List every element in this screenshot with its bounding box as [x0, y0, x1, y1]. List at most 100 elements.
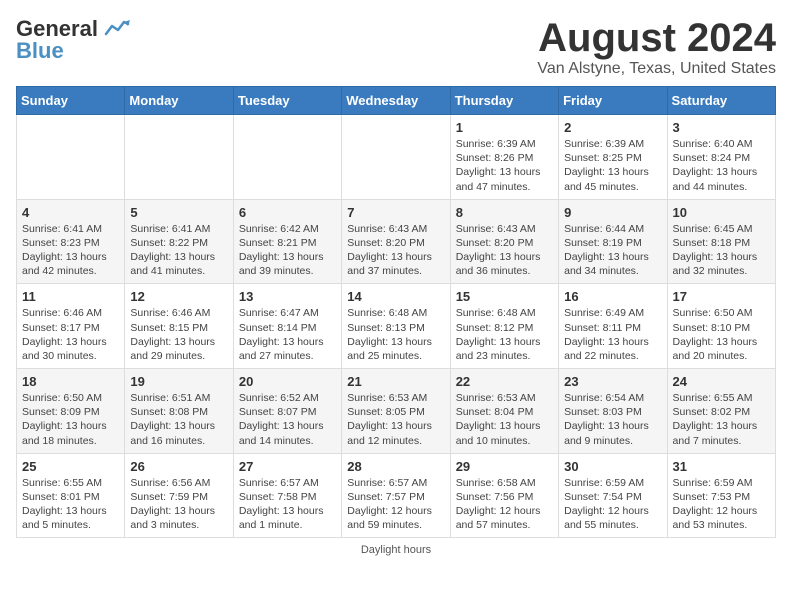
day-detail: Sunrise: 6:50 AM Sunset: 8:09 PM Dayligh… [22, 391, 119, 448]
day-number: 17 [673, 289, 770, 304]
calendar-cell-3-4: 14Sunrise: 6:48 AM Sunset: 8:13 PM Dayli… [342, 284, 450, 369]
weekday-header-saturday: Saturday [667, 87, 775, 115]
day-detail: Sunrise: 6:41 AM Sunset: 8:23 PM Dayligh… [22, 222, 119, 279]
calendar-cell-1-5: 1 Sunrise: 6:39 AM Sunset: 8:26 PM Daylig… [450, 115, 558, 200]
calendar-cell-2-5: 8 Sunrise: 6:43 AM Sunset: 8:20 PM Daylig… [450, 199, 558, 284]
day-number: 29 [456, 459, 553, 474]
calendar-table: SundayMondayTuesdayWednesdayThursdayFrid… [16, 86, 776, 538]
calendar-cell-1-3 [233, 115, 341, 200]
day-number: 1 [456, 120, 553, 135]
day-number: 8 [456, 205, 553, 220]
calendar-cell-2-3: 6 Sunrise: 6:42 AM Sunset: 8:21 PM Daylig… [233, 199, 341, 284]
day-detail: Sunrise: 6:51 AM Sunset: 8:08 PM Dayligh… [130, 391, 227, 448]
calendar-cell-4-5: 22 Sunrise: 6:53 AM Sunset: 8:04 PM Dayli… [450, 369, 558, 454]
day-number: 19 [130, 374, 227, 389]
calendar-cell-3-7: 17 Sunrise: 6:50 AM Sunset: 8:10 PM Dayli… [667, 284, 775, 369]
day-number: 26 [130, 459, 227, 474]
day-detail: Sunrise: 6:45 AM Sunset: 8:18 PM Dayligh… [673, 222, 770, 279]
day-detail: Sunrise: 6:47 AM Sunset: 8:14 PM Dayligh… [239, 306, 336, 363]
day-number: 25 [22, 459, 119, 474]
day-number: 12 [130, 289, 227, 304]
day-detail: Sunrise: 6:57 AM Sunset: 7:57 PM Dayligh… [347, 476, 444, 533]
month-title: August 2024 [537, 16, 776, 60]
day-number: 4 [22, 205, 119, 220]
day-number: 20 [239, 374, 336, 389]
day-detail: Sunrise: 6:56 AM Sunset: 7:59 PM Dayligh… [130, 476, 227, 533]
calendar-cell-3-6: 16 Sunrise: 6:49 AM Sunset: 8:11 PM Dayli… [559, 284, 667, 369]
weekday-header-monday: Monday [125, 87, 233, 115]
calendar-cell-2-6: 9 Sunrise: 6:44 AM Sunset: 8:19 PM Daylig… [559, 199, 667, 284]
calendar-cell-4-4: 21Sunrise: 6:53 AM Sunset: 8:05 PM Dayli… [342, 369, 450, 454]
day-number: 13 [239, 289, 336, 304]
day-detail: Sunrise: 6:54 AM Sunset: 8:03 PM Dayligh… [564, 391, 661, 448]
weekday-header-thursday: Thursday [450, 87, 558, 115]
calendar-cell-5-3: 27 Sunrise: 6:57 AM Sunset: 7:58 PM Dayli… [233, 453, 341, 538]
logo: General Blue [16, 16, 130, 64]
calendar-week-5: 25 Sunrise: 6:55 AM Sunset: 8:01 PM Dayli… [17, 453, 776, 538]
calendar-week-4: 18 Sunrise: 6:50 AM Sunset: 8:09 PM Dayli… [17, 369, 776, 454]
day-detail: Sunrise: 6:59 AM Sunset: 7:54 PM Dayligh… [564, 476, 661, 533]
day-detail: Sunrise: 6:46 AM Sunset: 8:17 PM Dayligh… [22, 306, 119, 363]
day-detail: Sunrise: 6:55 AM Sunset: 8:02 PM Dayligh… [673, 391, 770, 448]
calendar-cell-1-1 [17, 115, 125, 200]
day-number: 16 [564, 289, 661, 304]
day-detail: Sunrise: 6:57 AM Sunset: 7:58 PM Dayligh… [239, 476, 336, 533]
calendar-cell-3-5: 15Sunrise: 6:48 AM Sunset: 8:12 PM Dayli… [450, 284, 558, 369]
footer-text: Daylight hours [361, 544, 431, 556]
day-number: 10 [673, 205, 770, 220]
weekday-header-tuesday: Tuesday [233, 87, 341, 115]
calendar-cell-5-6: 30Sunrise: 6:59 AM Sunset: 7:54 PM Dayli… [559, 453, 667, 538]
calendar-cell-4-2: 19 Sunrise: 6:51 AM Sunset: 8:08 PM Dayli… [125, 369, 233, 454]
day-detail: Sunrise: 6:52 AM Sunset: 8:07 PM Dayligh… [239, 391, 336, 448]
calendar-cell-2-1: 4 Sunrise: 6:41 AM Sunset: 8:23 PM Daylig… [17, 199, 125, 284]
day-detail: Sunrise: 6:44 AM Sunset: 8:19 PM Dayligh… [564, 222, 661, 279]
day-detail: Sunrise: 6:53 AM Sunset: 8:04 PM Dayligh… [456, 391, 553, 448]
location: Van Alstyne, Texas, United States [537, 60, 776, 78]
calendar-cell-5-5: 29 Sunrise: 6:58 AM Sunset: 7:56 PM Dayli… [450, 453, 558, 538]
day-number: 22 [456, 374, 553, 389]
calendar-cell-5-4: 28Sunrise: 6:57 AM Sunset: 7:57 PM Dayli… [342, 453, 450, 538]
day-detail: Sunrise: 6:55 AM Sunset: 8:01 PM Dayligh… [22, 476, 119, 533]
calendar-week-1: 1 Sunrise: 6:39 AM Sunset: 8:26 PM Daylig… [17, 115, 776, 200]
day-detail: Sunrise: 6:40 AM Sunset: 8:24 PM Dayligh… [673, 137, 770, 194]
day-detail: Sunrise: 6:42 AM Sunset: 8:21 PM Dayligh… [239, 222, 336, 279]
calendar-cell-3-1: 11Sunrise: 6:46 AM Sunset: 8:17 PM Dayli… [17, 284, 125, 369]
day-detail: Sunrise: 6:58 AM Sunset: 7:56 PM Dayligh… [456, 476, 553, 533]
day-number: 3 [673, 120, 770, 135]
calendar-cell-5-1: 25 Sunrise: 6:55 AM Sunset: 8:01 PM Dayli… [17, 453, 125, 538]
day-detail: Sunrise: 6:50 AM Sunset: 8:10 PM Dayligh… [673, 306, 770, 363]
day-detail: Sunrise: 6:43 AM Sunset: 8:20 PM Dayligh… [456, 222, 553, 279]
calendar-cell-1-6: 2 Sunrise: 6:39 AM Sunset: 8:25 PM Daylig… [559, 115, 667, 200]
calendar-cell-2-4: 7Sunrise: 6:43 AM Sunset: 8:20 PM Daylig… [342, 199, 450, 284]
day-number: 2 [564, 120, 661, 135]
title-block: August 2024 Van Alstyne, Texas, United S… [537, 16, 776, 78]
logo-bird-icon [102, 18, 130, 40]
day-number: 9 [564, 205, 661, 220]
weekday-header-friday: Friday [559, 87, 667, 115]
calendar-cell-4-1: 18 Sunrise: 6:50 AM Sunset: 8:09 PM Dayli… [17, 369, 125, 454]
day-number: 6 [239, 205, 336, 220]
day-number: 18 [22, 374, 119, 389]
calendar-cell-5-7: 31Sunrise: 6:59 AM Sunset: 7:53 PM Dayli… [667, 453, 775, 538]
calendar-cell-1-4 [342, 115, 450, 200]
day-number: 5 [130, 205, 227, 220]
day-number: 27 [239, 459, 336, 474]
weekday-header-wednesday: Wednesday [342, 87, 450, 115]
calendar-cell-2-2: 5 Sunrise: 6:41 AM Sunset: 8:22 PM Daylig… [125, 199, 233, 284]
day-detail: Sunrise: 6:59 AM Sunset: 7:53 PM Dayligh… [673, 476, 770, 533]
day-detail: Sunrise: 6:46 AM Sunset: 8:15 PM Dayligh… [130, 306, 227, 363]
calendar-cell-1-2 [125, 115, 233, 200]
calendar-cell-4-6: 23Sunrise: 6:54 AM Sunset: 8:03 PM Dayli… [559, 369, 667, 454]
calendar-cell-5-2: 26 Sunrise: 6:56 AM Sunset: 7:59 PM Dayli… [125, 453, 233, 538]
day-detail: Sunrise: 6:49 AM Sunset: 8:11 PM Dayligh… [564, 306, 661, 363]
calendar-week-3: 11Sunrise: 6:46 AM Sunset: 8:17 PM Dayli… [17, 284, 776, 369]
day-detail: Sunrise: 6:48 AM Sunset: 8:12 PM Dayligh… [456, 306, 553, 363]
day-detail: Sunrise: 6:53 AM Sunset: 8:05 PM Dayligh… [347, 391, 444, 448]
day-number: 14 [347, 289, 444, 304]
weekday-header-sunday: Sunday [17, 87, 125, 115]
day-detail: Sunrise: 6:41 AM Sunset: 8:22 PM Dayligh… [130, 222, 227, 279]
day-detail: Sunrise: 6:39 AM Sunset: 8:26 PM Dayligh… [456, 137, 553, 194]
day-number: 7 [347, 205, 444, 220]
calendar-cell-2-7: 10 Sunrise: 6:45 AM Sunset: 8:18 PM Dayli… [667, 199, 775, 284]
day-detail: Sunrise: 6:39 AM Sunset: 8:25 PM Dayligh… [564, 137, 661, 194]
